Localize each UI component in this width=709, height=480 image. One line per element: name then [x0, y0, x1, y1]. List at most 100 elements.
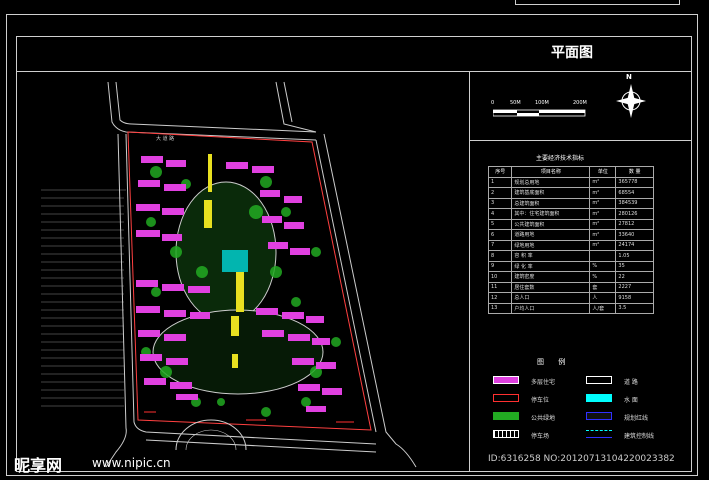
legend-label: 停车场	[531, 433, 550, 440]
watermark-id: ID:6316258 NO:20120713104220023382	[488, 454, 675, 464]
cell-unit: m²	[589, 218, 617, 230]
scale-label-50: 50M	[510, 100, 521, 106]
cell-name: 规划总用地	[511, 176, 591, 188]
cell-name: 建筑密度	[511, 271, 591, 283]
table-row: 4 其中：住宅建筑面积 m² 280126	[487, 208, 654, 220]
legend-swatch-road	[586, 376, 612, 384]
cell-name: 总建筑面积	[511, 197, 591, 209]
cell-name: 绿 化 率	[511, 260, 591, 272]
scale-bar	[493, 109, 586, 117]
cell-value: 35	[615, 260, 654, 272]
site-plan: 大 道 路	[41, 81, 417, 468]
cell-no: 8	[487, 250, 513, 262]
cell-value: 22	[615, 271, 654, 283]
scale-label-0: 0	[491, 100, 495, 106]
road-label: 大 道 路	[156, 135, 174, 142]
cell-unit: m²	[589, 197, 617, 209]
cell-name: 总人口	[511, 292, 591, 304]
legend-swatch-green	[493, 412, 519, 420]
legend-swatch-control-line	[586, 430, 612, 438]
table-row: 12 总人口人 9158	[487, 292, 654, 304]
cell-unit: m²	[589, 187, 617, 199]
cell-name: 建筑基底面积	[511, 187, 591, 199]
table-row: 9绿 化 率% 35	[487, 260, 654, 272]
cell-no: 7	[487, 239, 513, 251]
north-label: N	[626, 73, 632, 81]
legend-label: 停车位	[531, 397, 550, 404]
cell-no: 1	[487, 176, 513, 188]
cell-name: 公共建筑面积	[511, 218, 591, 230]
cell-unit: %	[589, 260, 617, 272]
cell-unit: 人/套	[589, 302, 617, 314]
legend-swatch-redline	[586, 412, 612, 420]
cell-name: 其中：住宅建筑面积	[511, 208, 591, 220]
cell-no: 9	[487, 260, 513, 272]
cell-unit: 套	[589, 281, 617, 293]
col-no: 序号	[487, 166, 513, 178]
table-row: 10 建筑密度% 22	[487, 271, 654, 283]
cell-value: 365778	[615, 176, 654, 188]
cell-name: 居住套数	[511, 281, 591, 293]
table-row: 2 建筑基底面积 m² 68554	[487, 187, 654, 199]
cell-unit: %	[589, 271, 617, 283]
cell-no: 2	[487, 187, 513, 199]
cell-unit: m²	[589, 239, 617, 251]
legend-label: 公共绿地	[531, 415, 556, 422]
cell-value: 280126	[615, 208, 654, 220]
tech-index-table: 序号 项目名称 单位 数 量 1 规划总用地 m² 365778 2 建筑基底面积 m² 6…	[487, 166, 654, 314]
legend-swatch-residential	[493, 376, 519, 384]
legend-label: 水 面	[624, 397, 638, 404]
watermark-url: www.nipic.cn	[92, 456, 171, 470]
cell-value: 1.05	[615, 250, 654, 262]
cell-value: 384539	[615, 197, 654, 209]
cell-name: 道路用地	[511, 229, 591, 241]
cell-no: 11	[487, 281, 513, 293]
legend-swatch-water	[586, 394, 612, 402]
cell-unit: m²	[589, 229, 617, 241]
cell-unit: m²	[589, 176, 617, 188]
legend-swatch-parking	[493, 394, 519, 402]
title-block-top	[515, 0, 680, 5]
table-row: 13 户均人口 人/套 3.5	[487, 302, 654, 314]
watermark-logo: 昵享网	[14, 456, 63, 475]
cell-no: 12	[487, 292, 513, 304]
scale-label-200: 200M	[573, 100, 587, 106]
legend-swatch-parking-lot	[493, 430, 519, 438]
cell-name: 容 积 率	[511, 250, 591, 262]
table-row: 6 道路用地 m² 33640	[487, 229, 654, 241]
cell-value: 33640	[615, 229, 654, 241]
cell-no: 5	[487, 218, 513, 230]
parking	[144, 411, 354, 423]
table-row: 5 公共建筑面积 m² 27812	[487, 218, 654, 230]
cell-no: 13	[487, 302, 513, 314]
contour-lines	[41, 189, 126, 407]
cell-value: 2227	[615, 281, 654, 293]
cell-no: 4	[487, 208, 513, 220]
col-name: 项目名称	[511, 166, 591, 178]
cell-name: 户均人口	[511, 302, 591, 314]
table-header-row: 序号 项目名称 单位 数 量	[487, 166, 654, 178]
table-row: 3 总建筑面积 m² 384539	[487, 197, 654, 209]
cell-value: 27812	[615, 218, 654, 230]
panel-divider	[469, 140, 692, 141]
cell-no: 10	[487, 271, 513, 283]
water	[222, 250, 248, 272]
cell-unit: 人	[589, 292, 617, 304]
col-value: 数 量	[615, 166, 654, 178]
legend-title: 图 例	[537, 358, 572, 366]
cell-no: 3	[487, 197, 513, 209]
north-arrow-icon	[616, 84, 646, 118]
cell-value: 24174	[615, 239, 654, 251]
legend-label: 规划红线	[624, 415, 649, 422]
legend-label: 建筑控制线	[624, 433, 655, 440]
cell-no: 6	[487, 229, 513, 241]
cell-unit: m²	[589, 208, 617, 220]
cell-unit	[589, 250, 617, 262]
legend-label: 道 路	[624, 379, 638, 386]
table-row: 1 规划总用地 m² 365778	[487, 176, 654, 188]
table-row: 11 居住套数套 2227	[487, 281, 654, 293]
cell-value: 3.5	[615, 302, 654, 314]
scale-label-100: 100M	[535, 100, 549, 106]
drawing-title: 平面图	[551, 45, 593, 61]
legend-label: 多层住宅	[531, 379, 556, 386]
